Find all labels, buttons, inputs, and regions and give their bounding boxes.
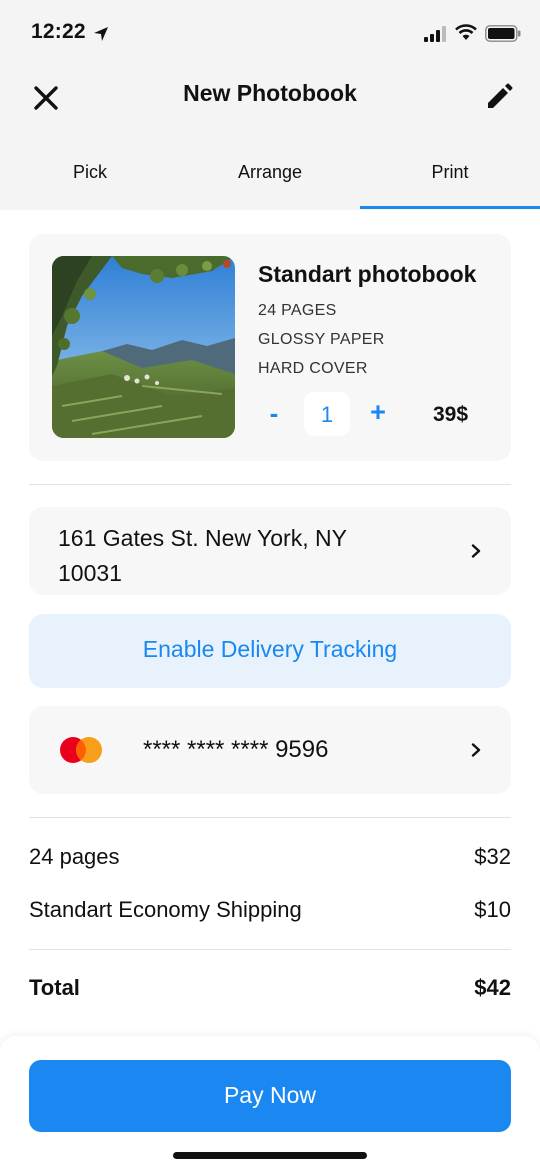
chevron-right-icon xyxy=(471,743,481,757)
card-number: **** **** **** 9596 xyxy=(143,736,329,763)
pay-now-button[interactable]: Pay Now xyxy=(29,1060,511,1132)
status-time: 12:22 xyxy=(31,20,86,43)
address-line-1: 161 Gates St. New York, NY xyxy=(58,525,347,551)
product-spec-pages: 24 PAGES xyxy=(258,302,337,319)
divider xyxy=(29,949,511,950)
product-price: 39$ xyxy=(433,403,469,426)
payment-method-selector[interactable]: **** **** **** 9596 xyxy=(29,706,511,794)
decrease-quantity-button[interactable]: - xyxy=(264,398,284,429)
active-tab-indicator xyxy=(360,206,540,209)
wifi-icon xyxy=(455,24,477,40)
battery-icon xyxy=(485,25,521,42)
divider xyxy=(29,817,511,818)
product-spec-cover: HARD COVER xyxy=(258,360,368,377)
address-line-2: 10031 xyxy=(58,560,122,586)
nav-bar: New Photobook xyxy=(0,64,540,124)
quantity-value: 1 xyxy=(304,392,350,436)
tab-pick[interactable]: Pick xyxy=(0,140,180,210)
enable-delivery-tracking-button[interactable]: Enable Delivery Tracking xyxy=(29,614,511,688)
status-bar: 12:22 xyxy=(0,0,540,64)
page-title: New Photobook xyxy=(183,80,357,106)
summary-shipping-label: Standart Economy Shipping xyxy=(29,897,302,922)
cellular-signal-icon xyxy=(424,26,446,42)
summary-pages-value: $32 xyxy=(474,844,511,869)
bottom-action-bar: Pay Now xyxy=(0,1036,540,1170)
tab-arrange[interactable]: Arrange xyxy=(180,140,360,210)
total-value: $42 xyxy=(474,975,511,1000)
address-selector[interactable]: 161 Gates St. New York, NY 10031 xyxy=(29,507,511,595)
product-photo xyxy=(52,256,235,438)
home-indicator xyxy=(173,1152,367,1159)
product-title: Standart photobook xyxy=(258,261,477,287)
tab-print[interactable]: Print xyxy=(360,140,540,210)
total-label: Total xyxy=(29,975,80,1000)
tab-bar: Pick Arrange Print xyxy=(0,140,540,210)
summary-shipping-value: $10 xyxy=(474,897,511,922)
mastercard-icon xyxy=(60,737,102,763)
location-arrow-icon xyxy=(94,27,108,41)
increase-quantity-button[interactable]: + xyxy=(366,397,390,428)
header-area: 12:22 New Photobook Pick Arrange Print xyxy=(0,0,540,210)
summary-pages-label: 24 pages xyxy=(29,844,120,869)
divider xyxy=(29,484,511,485)
product-card: Standart photobook 24 PAGES GLOSSY PAPER… xyxy=(29,234,511,461)
pencil-icon[interactable] xyxy=(484,82,514,112)
product-spec-paper: GLOSSY PAPER xyxy=(258,331,385,348)
chevron-right-icon xyxy=(471,544,481,558)
